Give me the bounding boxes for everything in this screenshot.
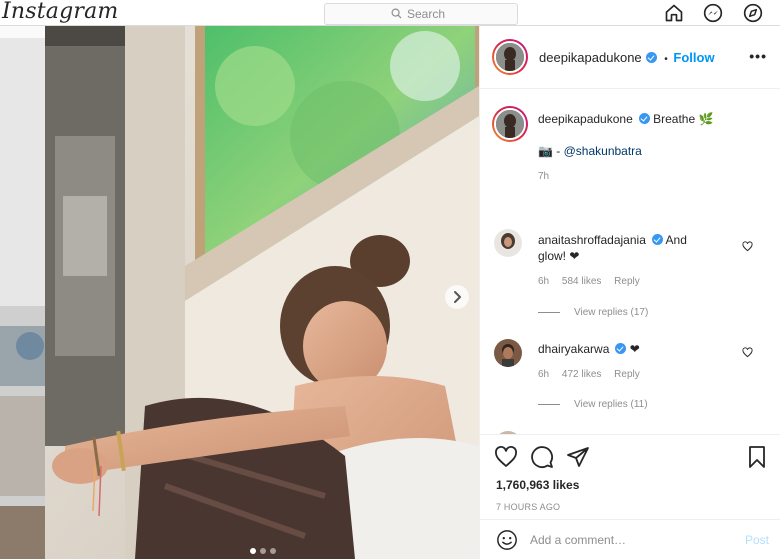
comment-username[interactable]: dhairyakarwa — [538, 342, 609, 356]
caption-time[interactable]: 7h — [538, 171, 549, 182]
caption-avatar[interactable] — [492, 106, 528, 142]
search-placeholder: Search — [407, 7, 446, 21]
background-photo — [0, 306, 46, 559]
reply-button[interactable]: Reply — [614, 276, 640, 287]
comment-username[interactable]: anaitashroffadajania — [538, 233, 646, 247]
post-timestamp[interactable]: 7 HOURS AGO — [496, 502, 560, 512]
home-icon[interactable] — [664, 3, 684, 23]
verified-badge-icon — [615, 343, 627, 354]
photo-illustration — [45, 26, 479, 559]
caption-username[interactable]: deepikapadukone — [538, 112, 633, 126]
carousel-dot — [260, 548, 266, 554]
background-feed-panel — [0, 38, 46, 306]
view-replies-label: View replies (11) — [574, 399, 648, 410]
follow-button[interactable]: Follow — [673, 50, 714, 65]
author-avatar[interactable] — [492, 39, 528, 75]
comment-likes[interactable]: 472 likes — [562, 369, 601, 380]
post-comment-button[interactable]: Post — [745, 533, 769, 547]
top-navbar: Instagram Search — [0, 0, 780, 26]
view-replies-button[interactable]: View replies (17) — [538, 307, 648, 318]
caption-credit-prefix: 📷 - — [538, 144, 564, 158]
comment-time[interactable]: 6h — [538, 369, 549, 380]
background-feed-image — [0, 306, 46, 559]
post-sidebar: deepikapadukone • Follow ••• deepikapadu… — [479, 26, 780, 559]
view-replies-label: View replies (17) — [574, 307, 649, 318]
instagram-logo[interactable]: Instagram — [2, 0, 118, 24]
like-heart-icon[interactable] — [494, 445, 518, 469]
like-comment-heart-icon[interactable] — [742, 347, 753, 358]
comment-text: ❤ — [629, 342, 640, 356]
comment-input[interactable] — [530, 530, 730, 550]
likes-count[interactable]: 1,760,963 likes — [496, 478, 579, 492]
verified-badge-icon — [645, 52, 657, 63]
next-photo-button[interactable] — [445, 285, 469, 309]
comment-avatar[interactable] — [494, 339, 522, 367]
like-comment-heart-icon[interactable] — [742, 241, 753, 252]
carousel-dot — [270, 548, 276, 554]
verified-badge-icon — [651, 234, 663, 245]
emoji-icon[interactable] — [496, 529, 518, 551]
view-replies-button[interactable]: View replies (11) — [538, 399, 648, 410]
follow-separator: • — [664, 54, 668, 65]
post-header: deepikapadukone • Follow ••• — [480, 26, 780, 89]
share-send-icon[interactable] — [566, 445, 590, 469]
carousel-dot-active — [250, 548, 256, 554]
verified-badge-icon — [638, 113, 650, 124]
comments-list[interactable]: deepikapadukone Breathe 🌿 📷 - @shakunbat… — [480, 89, 780, 434]
replies-divider — [538, 312, 560, 313]
chevron-right-icon — [454, 291, 461, 303]
comment-bubble-icon[interactable] — [530, 445, 554, 469]
carousel-indicator — [250, 548, 276, 554]
search-icon — [391, 8, 402, 19]
author-username[interactable]: deepikapadukone — [539, 50, 642, 65]
save-bookmark-icon[interactable] — [745, 445, 769, 469]
explore-icon[interactable] — [743, 3, 763, 23]
add-comment-bar: Post — [480, 519, 780, 559]
reply-button[interactable]: Reply — [614, 369, 640, 380]
post-photo[interactable] — [45, 26, 479, 559]
messenger-icon[interactable] — [703, 3, 723, 23]
comment-avatar[interactable] — [494, 229, 522, 257]
more-options-button[interactable]: ••• — [749, 48, 767, 64]
post-modal: deepikapadukone • Follow ••• deepikapadu… — [45, 26, 780, 559]
caption-mention-link[interactable]: @shakunbatra — [564, 144, 642, 158]
replies-divider — [538, 404, 560, 405]
comment-likes[interactable]: 584 likes — [562, 276, 601, 287]
comment-time[interactable]: 6h — [538, 276, 549, 287]
post-actions: 1,760,963 likes 7 HOURS AGO — [480, 434, 780, 519]
caption-text: Breathe 🌿 — [653, 112, 714, 126]
search-box[interactable]: Search — [324, 3, 518, 25]
